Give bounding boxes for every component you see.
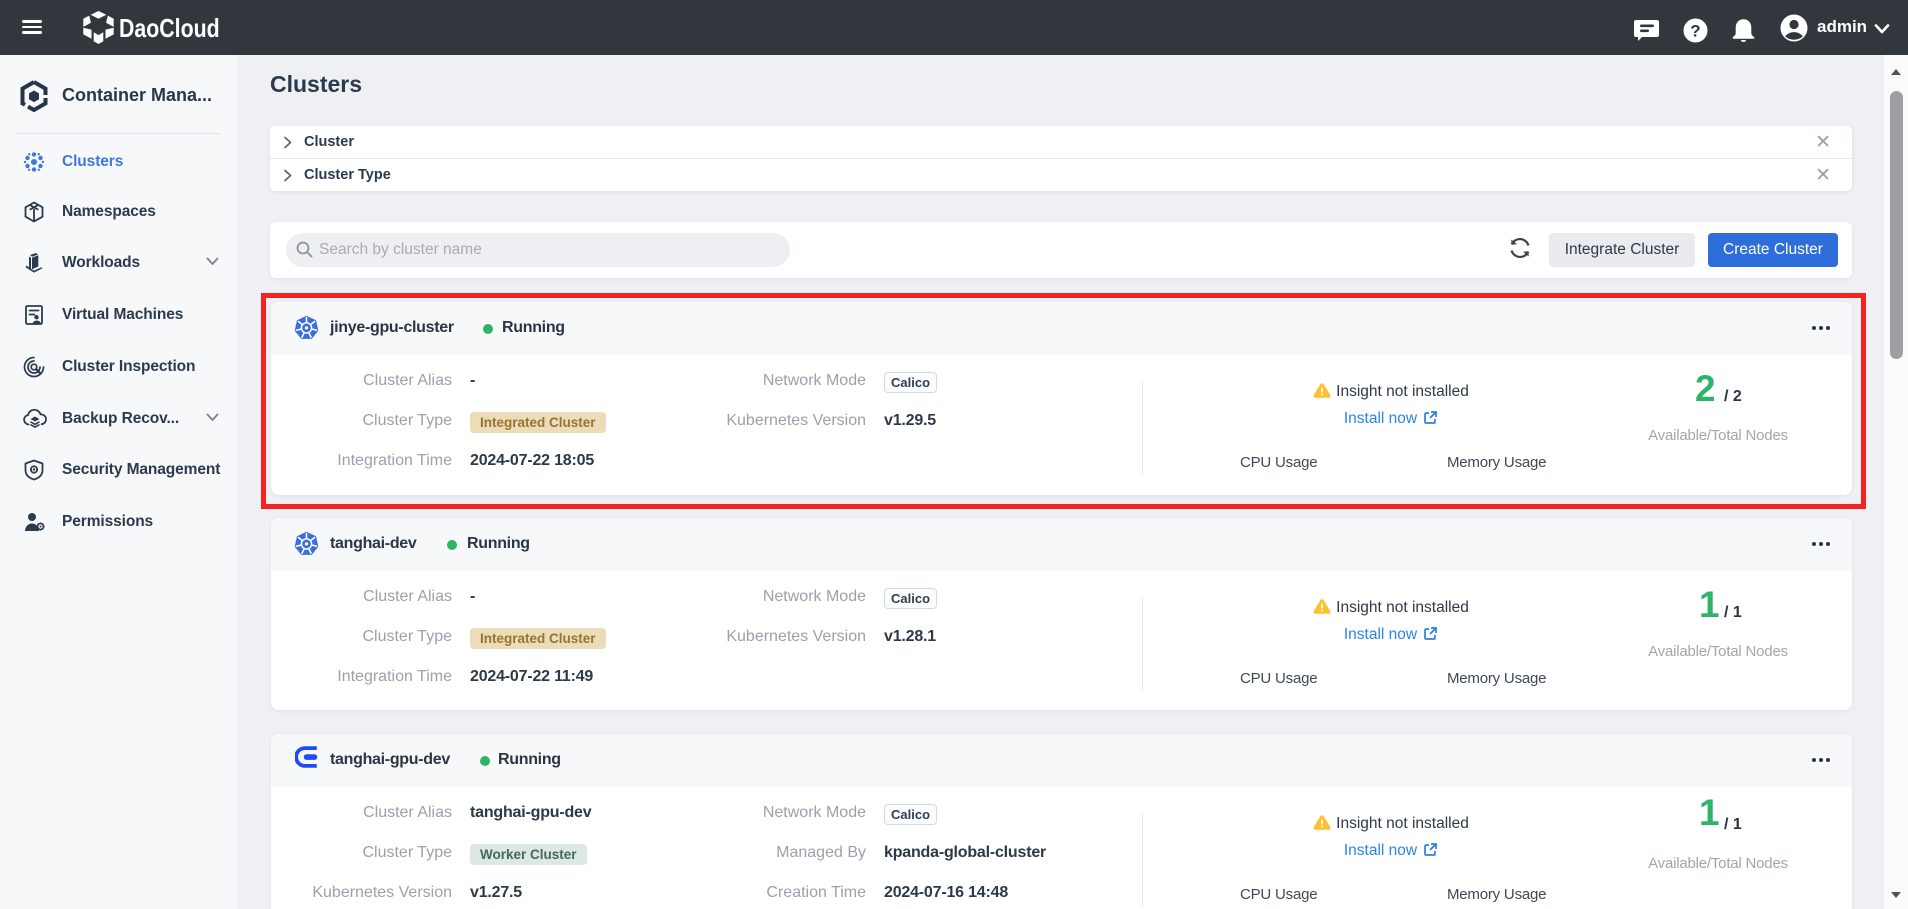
svg-text:?: ? [1690,22,1700,41]
